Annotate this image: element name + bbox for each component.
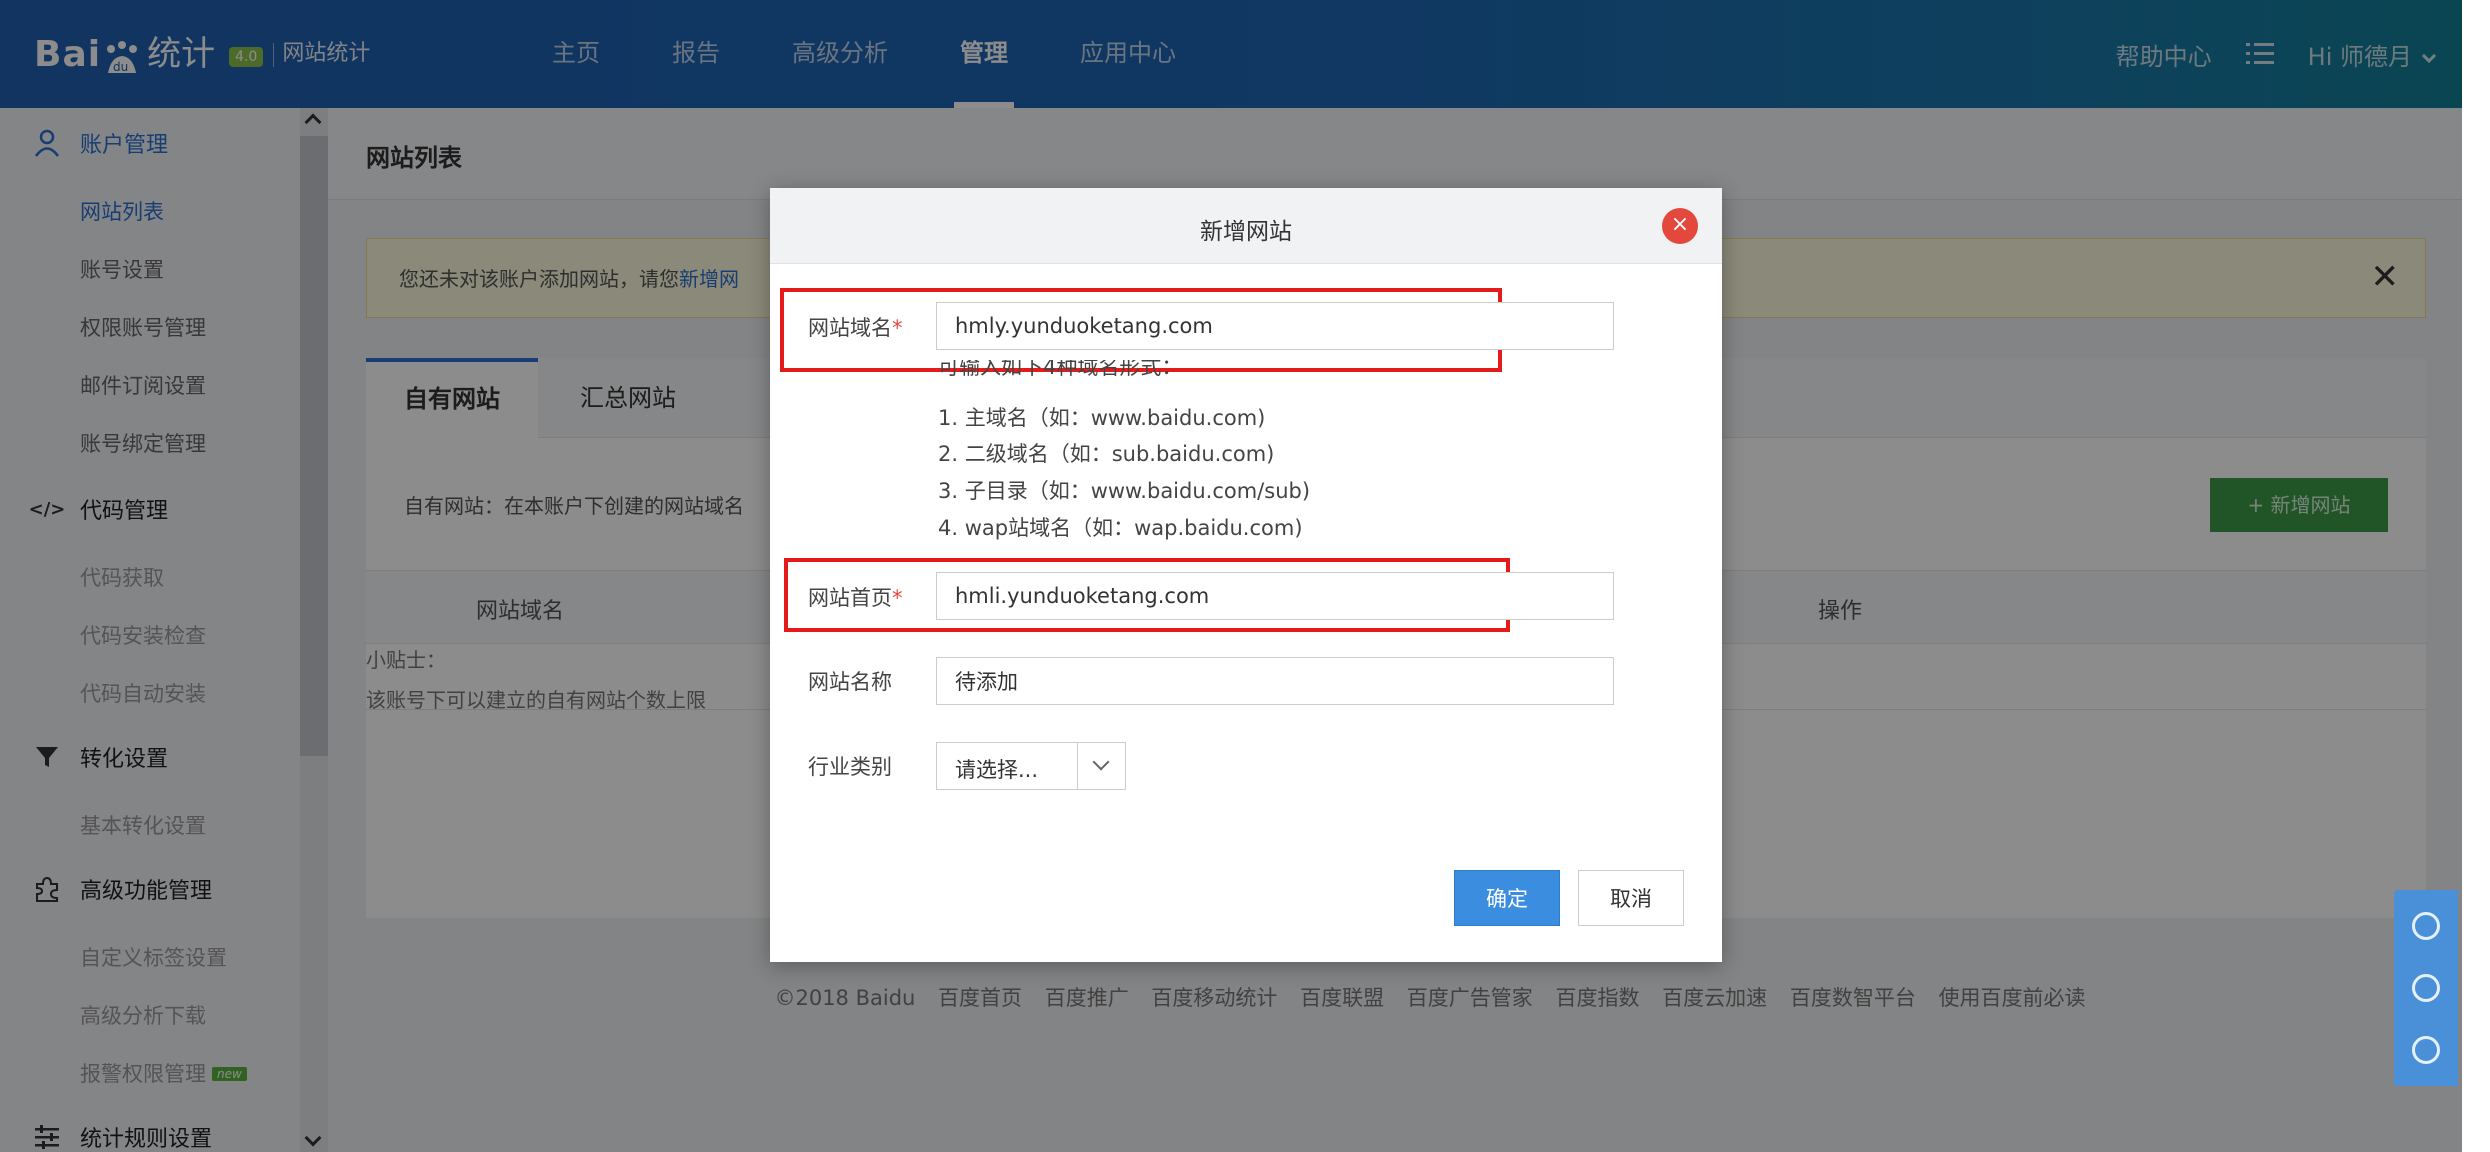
floating-toolbar (2394, 890, 2458, 1086)
close-icon[interactable]: × (1662, 208, 1698, 244)
select-divider (1077, 743, 1078, 789)
chat-icon[interactable] (2412, 1036, 2440, 1064)
dialog-header: 新增网站 × (770, 188, 1722, 264)
domain-input[interactable] (936, 302, 1614, 350)
feedback-icon[interactable] (2412, 912, 2440, 940)
hint-intro: 可输入如下4种域名形式： (938, 360, 1183, 379)
industry-select-value: 请选择... (955, 758, 1039, 782)
hint-line: 2. 二级域名（如：sub.baidu.com) (938, 442, 1275, 466)
site-name-label: 网站名称 (808, 670, 892, 694)
hint-line: 3. 子目录（如：www.baidu.com/sub) (938, 479, 1311, 503)
industry-label: 行业类别 (808, 755, 892, 779)
add-site-dialog: 新增网站 × 网站域名* 可输入如下4种域名形式： 1. 主域名（如：www.b… (770, 188, 1722, 962)
hint-line: 4. wap站域名（如：wap.baidu.com) (938, 516, 1303, 540)
domain-label-text: 网站域名 (808, 316, 892, 340)
cancel-button[interactable]: 取消 (1578, 870, 1684, 926)
dialog-title: 新增网站 (1200, 219, 1292, 245)
homepage-label: 网站首页* (808, 582, 903, 612)
hint-line: 1. 主域名（如：www.baidu.com) (938, 406, 1266, 430)
edit-icon[interactable] (2412, 974, 2440, 1002)
homepage-input[interactable] (936, 572, 1614, 620)
required-mark: * (892, 586, 903, 610)
domain-label: 网站域名* (808, 312, 903, 342)
required-mark: * (892, 316, 903, 340)
homepage-label-text: 网站首页 (808, 586, 892, 610)
industry-select[interactable]: 请选择... (936, 742, 1126, 790)
site-name-input[interactable] (936, 657, 1614, 705)
window-edge (2462, 0, 2490, 1152)
chevron-down-icon (1092, 753, 1110, 771)
confirm-button[interactable]: 确定 (1454, 870, 1560, 926)
